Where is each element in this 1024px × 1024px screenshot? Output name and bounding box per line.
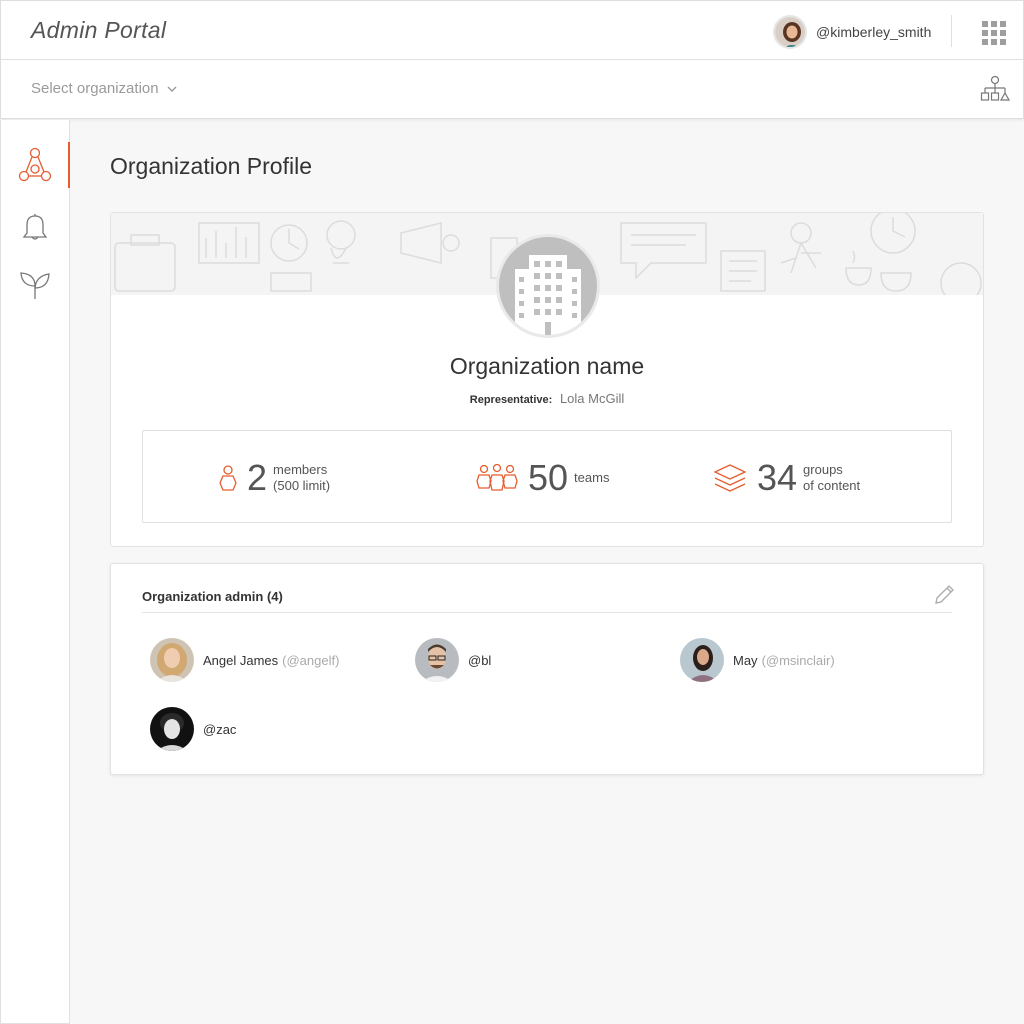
organization-select[interactable]: Select organization xyxy=(31,80,177,97)
organization-icon xyxy=(18,147,52,182)
admin-member[interactable]: May (@msinclair) xyxy=(680,638,835,682)
avatar xyxy=(415,638,459,682)
organization-admin-card: Organization admin (4) Angel James (@ang… xyxy=(110,563,984,775)
representative-label: Representative: xyxy=(469,394,553,406)
hierarchy-icon[interactable] xyxy=(980,75,1011,103)
edit-pencil-icon[interactable] xyxy=(933,584,955,606)
leaf-icon xyxy=(20,272,50,299)
apps-grid-icon[interactable] xyxy=(982,21,1006,45)
stats-panel: 2 members (500 limit) 50 teams 34 groups… xyxy=(142,430,952,523)
organization-profile-card: Organization name Representative: Lola M… xyxy=(110,212,984,547)
avatar xyxy=(150,638,194,682)
person-icon xyxy=(219,464,237,491)
stat-groups[interactable]: 34 groups of content xyxy=(713,431,860,524)
page-title: Organization Profile xyxy=(110,153,312,179)
representative-line: Representative: Lola McGill xyxy=(111,391,983,406)
groups-label-line1: groups xyxy=(803,461,843,477)
team-icon xyxy=(476,463,518,491)
members-limit: (500 limit) xyxy=(273,477,331,493)
groups-count: 34 xyxy=(757,456,798,498)
teams-count: 50 xyxy=(528,456,569,498)
groups-label-line2: of content xyxy=(803,477,861,493)
admin-member[interactable]: @bl xyxy=(415,638,491,682)
sidebar xyxy=(0,120,70,1024)
teams-label: teams xyxy=(574,469,610,485)
member-name: @zac xyxy=(203,721,237,737)
user-avatar xyxy=(773,15,807,49)
admin-member[interactable]: Angel James (@angelf) xyxy=(150,638,339,682)
member-handle: (@angelf) xyxy=(282,652,340,668)
avatar xyxy=(680,638,724,682)
members-label-line1: members xyxy=(273,461,328,477)
stat-teams[interactable]: 50 teams xyxy=(476,431,609,524)
top-header: Admin Portal @kimberley_smith xyxy=(0,0,1024,60)
members-label: members (500 limit) xyxy=(273,462,330,494)
stat-members[interactable]: 2 members (500 limit) xyxy=(219,431,330,524)
organization-select-label: Select organization xyxy=(31,80,159,97)
divider xyxy=(142,612,952,613)
bell-icon xyxy=(22,214,48,240)
organization-name: Organization name xyxy=(449,353,645,379)
member-name: Angel James xyxy=(203,652,279,668)
user-menu[interactable]: @kimberley_smith xyxy=(773,15,931,49)
member-name: @bl xyxy=(468,652,492,668)
header-divider xyxy=(951,15,952,47)
members-count: 2 xyxy=(247,456,268,498)
username: @kimberley_smith xyxy=(816,24,932,40)
member-handle: (@msinclair) xyxy=(761,652,835,668)
avatar xyxy=(150,707,194,751)
admin-section-title: Organization admin (4) xyxy=(142,589,283,604)
sidebar-active-indicator xyxy=(68,142,70,188)
sidebar-item-organization[interactable] xyxy=(16,146,54,184)
chevron-down-icon xyxy=(167,86,177,92)
sidebar-item-growth[interactable] xyxy=(16,265,54,303)
organization-bar: Select organization xyxy=(0,60,1024,119)
admin-member[interactable]: @zac xyxy=(150,707,236,751)
app-title: Admin Portal xyxy=(31,17,167,43)
member-name: May xyxy=(733,652,758,668)
layers-icon xyxy=(713,463,747,492)
representative-name: Lola McGill xyxy=(559,391,625,406)
groups-label: groups of content xyxy=(803,462,860,494)
organization-logo xyxy=(496,234,600,338)
sidebar-item-notifications[interactable] xyxy=(16,208,54,246)
